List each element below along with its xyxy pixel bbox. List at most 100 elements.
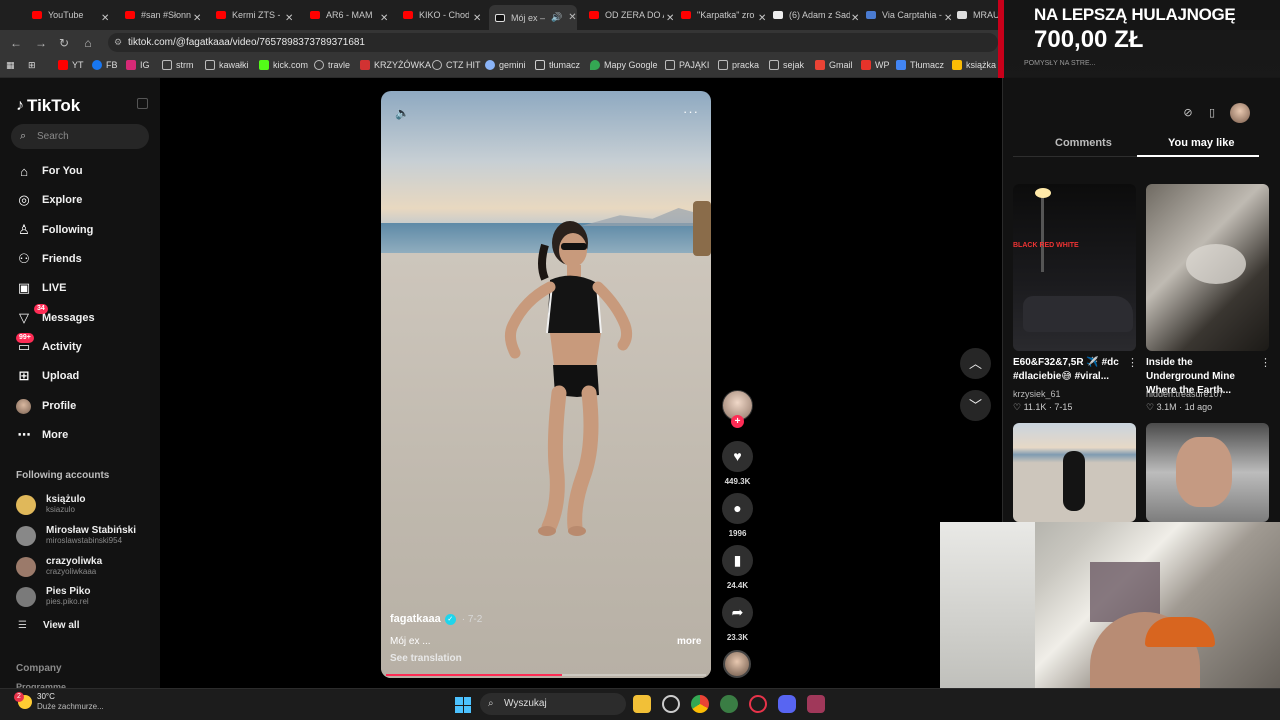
bookmark-mapy[interactable]: Mapy Google xyxy=(590,60,658,70)
tab-close-icon[interactable]: ✕ xyxy=(285,8,293,28)
bookmark-pajaki[interactable]: PAJĄKI xyxy=(665,60,709,70)
browser-tab[interactable]: KIKO - Chod xyxy=(403,5,469,25)
tab-close-icon[interactable]: ✕ xyxy=(568,12,576,23)
tab-close-icon[interactable]: ✕ xyxy=(758,8,766,28)
browser-tab[interactable]: MRAU! xyxy=(957,5,1002,25)
tab-close-icon[interactable]: ✕ xyxy=(473,8,481,28)
card-author[interactable]: krzysiek_61 xyxy=(1013,389,1061,399)
browser-tab[interactable]: AR6 - MAM I xyxy=(310,5,375,25)
nav-explore[interactable]: ◎ Explore xyxy=(16,190,82,210)
see-translation-button[interactable]: See translation xyxy=(390,653,462,664)
compass-icon[interactable]: ⊘ xyxy=(1176,103,1200,123)
tab-you-may-like[interactable]: You may like xyxy=(1168,137,1234,149)
bookmark-wp[interactable]: WP xyxy=(861,60,890,70)
bookmark-gmail[interactable]: Gmail xyxy=(815,60,853,70)
following-account[interactable]: Mirosław Stabiński miroslawstabinski954 xyxy=(16,525,136,546)
settings-icon[interactable] xyxy=(662,695,680,713)
address-bar[interactable]: ⚙ tiktok.com/@fagatkaaa/video/7657898373… xyxy=(108,33,998,52)
user-avatar[interactable] xyxy=(1230,103,1250,123)
browser-icon[interactable] xyxy=(720,695,738,713)
file-explorer-icon[interactable] xyxy=(633,695,651,713)
video-thumbnail[interactable] xyxy=(1146,423,1269,522)
card-options-icon[interactable]: ⋮ xyxy=(1260,356,1271,369)
bookmark-kawalki[interactable]: kawałki xyxy=(205,60,249,70)
back-icon[interactable]: ← xyxy=(8,35,24,51)
card-author[interactable]: hidden.treasure107 xyxy=(1146,389,1224,399)
nav-friends[interactable]: ⚇ Friends xyxy=(16,249,82,269)
like-button[interactable]: ♥ xyxy=(722,441,753,472)
nav-live[interactable]: ▣ LIVE xyxy=(16,278,67,298)
chrome-icon[interactable] xyxy=(691,695,709,713)
search-input[interactable]: ⌕ Search xyxy=(11,124,149,149)
windows-start-icon[interactable] xyxy=(455,697,471,713)
nav-upload[interactable]: ⊞ Upload xyxy=(16,366,80,386)
browser-tab[interactable]: Via Carptahia - P xyxy=(866,5,942,25)
follow-plus-icon[interactable]: + xyxy=(731,415,744,428)
opera-icon[interactable] xyxy=(749,695,767,713)
tab-close-icon[interactable]: ✕ xyxy=(851,8,859,28)
nav-for-you[interactable]: ⌂ For You xyxy=(16,161,82,181)
browser-tab[interactable]: "Karpatka" zrobi xyxy=(681,5,755,25)
music-disc-icon[interactable] xyxy=(723,650,751,678)
mute-icon[interactable]: 🔈 xyxy=(395,106,410,120)
bookmark-sejak[interactable]: sejak xyxy=(769,60,804,70)
home-icon[interactable]: ⌂ xyxy=(80,35,96,51)
bookmark-ksiazka[interactable]: książka xyxy=(952,60,996,70)
card-title[interactable]: E60&F32&7,5R ✈️ #dc #dlaciebie😅 #viral..… xyxy=(1013,356,1125,384)
collapse-sidebar-icon[interactable] xyxy=(137,98,148,109)
site-info-icon[interactable]: ⚙ xyxy=(114,33,122,52)
card-options-icon[interactable]: ⋮ xyxy=(1127,356,1138,369)
bookmark-krzyzowka[interactable]: KRZYŻÓWKA xyxy=(360,60,431,70)
weather-widget[interactable]: 2 30°C Duże zachmurze... xyxy=(14,692,104,712)
bookmark-strm[interactable]: strm xyxy=(162,60,194,70)
caption-more-button[interactable]: more xyxy=(677,636,701,647)
video-options-icon[interactable]: ··· xyxy=(683,104,699,119)
forward-icon[interactable]: → xyxy=(33,35,49,51)
nav-following[interactable]: ♙ Following xyxy=(16,220,93,240)
bookmark-kick[interactable]: kick.com xyxy=(259,60,308,70)
app-icon[interactable] xyxy=(807,695,825,713)
tab-close-icon[interactable]: ✕ xyxy=(380,8,388,28)
tab-close-icon[interactable]: ✕ xyxy=(101,8,109,28)
tab-comments[interactable]: Comments xyxy=(1055,137,1112,149)
following-account[interactable]: książulo ksiazulo xyxy=(16,494,85,515)
share-button[interactable]: ➦ xyxy=(722,597,753,628)
video-thumbnail[interactable] xyxy=(1013,423,1136,522)
footer-company[interactable]: Company xyxy=(16,663,62,674)
bookmark-tlumacz[interactable]: tłumacz xyxy=(535,60,580,70)
apps-icon[interactable]: ▦ xyxy=(6,60,15,71)
video-thumbnail[interactable]: BLACK RED WHITE xyxy=(1013,184,1136,351)
reload-icon[interactable]: ↻ xyxy=(56,35,72,51)
bookmark-tlumacz2[interactable]: Tłumacz xyxy=(896,60,944,70)
bookmark-fb[interactable]: FB xyxy=(92,60,118,70)
browser-tab[interactable]: OD ZERA DO AU xyxy=(589,5,664,25)
following-account[interactable]: Pies Piko pies.piko.rel xyxy=(16,586,90,607)
bookmark-yt[interactable]: YT xyxy=(58,60,84,70)
comment-button[interactable]: ● xyxy=(722,493,753,524)
device-icon[interactable]: ▯ xyxy=(1200,103,1224,123)
previous-video-button[interactable]: ︿ xyxy=(960,348,991,379)
browser-tab[interactable]: Kermi ZTS - Y xyxy=(216,5,280,25)
browser-tab-active[interactable]: Mój ex – 🔊 ✕ xyxy=(489,5,577,30)
video-author[interactable]: fagatkaaa ✓ · 7-2 xyxy=(390,613,482,625)
browser-tab[interactable]: (6) Adam z Sady xyxy=(773,5,850,25)
bookmark-gemini[interactable]: gemini xyxy=(485,60,526,70)
tiktok-logo[interactable]: ♪ TikTok xyxy=(16,96,80,116)
tab-close-icon[interactable]: ✕ xyxy=(944,8,952,28)
bookmark-ctzhit[interactable]: CTZ HIT xyxy=(432,60,481,70)
browser-tab[interactable]: #san #Słonn xyxy=(125,5,193,25)
tab-close-icon[interactable]: ✕ xyxy=(193,8,201,28)
view-all-following[interactable]: ☰ View all xyxy=(18,620,79,631)
taskbar-search[interactable]: ⌕ Wyszukaj xyxy=(480,693,626,715)
bookmark-ig[interactable]: IG xyxy=(126,60,150,70)
grid-icon[interactable]: ⊞ xyxy=(28,60,36,71)
nav-more[interactable]: ⋯ More xyxy=(16,425,69,445)
nav-profile[interactable]: Profile xyxy=(16,396,76,416)
save-button[interactable]: ▮ xyxy=(722,545,753,576)
video-progress-bar[interactable] xyxy=(386,674,706,676)
video-thumbnail[interactable] xyxy=(1146,184,1269,351)
following-account[interactable]: crazyoliwka crazyoliwkaaa xyxy=(16,556,102,577)
bookmark-travle[interactable]: travle xyxy=(314,60,350,70)
nav-messages[interactable]: ▽ 34 Messages xyxy=(16,304,95,328)
next-video-button[interactable]: ﹀ xyxy=(960,390,991,421)
